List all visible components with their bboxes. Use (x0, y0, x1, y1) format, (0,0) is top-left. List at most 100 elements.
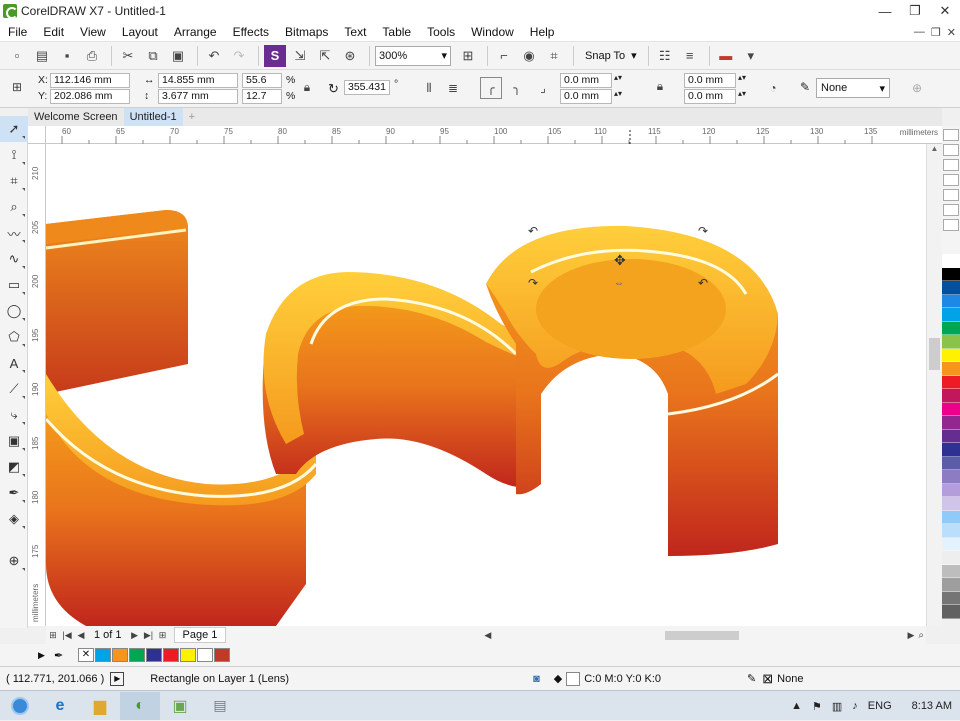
corner-radius-1-field[interactable]: 0.0 mm (560, 73, 612, 88)
object-origin-icon[interactable]: ⊞ (6, 76, 28, 98)
menu-view[interactable]: View (72, 25, 114, 39)
palette-swatch[interactable] (942, 335, 960, 349)
tab-welcome-screen[interactable]: Welcome Screen (28, 108, 124, 126)
new-tab-button[interactable]: + (183, 108, 201, 126)
interactive-fill-tool-icon[interactable]: ◈ (0, 506, 28, 532)
menu-help[interactable]: Help (522, 25, 563, 39)
document-palette-swatch[interactable] (197, 648, 213, 662)
polygon-tool-icon[interactable]: ⬠ (0, 324, 28, 350)
application-launcher-icon[interactable]: ≡ (679, 45, 701, 67)
ruler-origin[interactable] (28, 126, 46, 144)
page-options-icon[interactable]: ⊞ (46, 630, 60, 641)
chevron-down-icon[interactable]: ▾ (740, 45, 762, 67)
show-grid-icon[interactable]: ◉ (518, 45, 540, 67)
first-page-icon[interactable]: |◀ (60, 630, 74, 641)
palette-swatch[interactable] (942, 308, 960, 322)
docker-tab[interactable] (943, 159, 959, 171)
horizontal-ruler[interactable]: 60 65 70 75 80 85 90 95 100 105 110 115 … (46, 126, 942, 144)
spinner-icon[interactable]: ▴▾ (738, 89, 746, 98)
palette-swatch[interactable] (942, 591, 960, 605)
palette-swatch[interactable] (942, 281, 960, 295)
palette-swatch[interactable] (942, 456, 960, 470)
docker-tab[interactable] (943, 129, 959, 141)
publish-pdf-icon[interactable]: ⊛ (339, 45, 361, 67)
lock-ratio-icon[interactable]: 🔒︎ (298, 78, 316, 96)
mirror-horizontal-icon[interactable]: ⫴ (418, 77, 440, 99)
palette-expand-icon[interactable]: ▶ (38, 650, 45, 661)
close-button[interactable]: ✕ (930, 0, 960, 22)
palette-swatch[interactable] (942, 551, 960, 565)
save-icon[interactable]: ▪ (56, 45, 78, 67)
palette-swatch[interactable] (942, 605, 960, 619)
round-corner-icon[interactable]: ╭ (480, 77, 502, 99)
vertical-scrollbar[interactable]: ▲ (926, 144, 942, 626)
vertical-scroll-thumb[interactable] (929, 338, 940, 370)
rotate-handle-top-right[interactable]: ↷ (698, 224, 708, 238)
network-icon[interactable]: ▥ (832, 700, 842, 713)
width-field[interactable]: 14.855 mm (158, 73, 238, 88)
spinner-icon[interactable]: ▴▾ (738, 73, 746, 82)
scroll-left-icon[interactable]: ◀ (484, 630, 491, 641)
show-rulers-icon[interactable]: ⌐ (493, 45, 515, 67)
menu-tools[interactable]: Tools (419, 25, 463, 39)
full-screen-icon[interactable]: ⊞ (457, 45, 479, 67)
mirror-vertical-icon[interactable]: ≣ (442, 77, 464, 99)
color-eyedropper-tool-icon[interactable]: ✒ (0, 480, 28, 506)
menu-bitmaps[interactable]: Bitmaps (277, 25, 336, 39)
vertical-ruler[interactable]: 210 205 200 195 190 185 180 175 millimet… (28, 144, 46, 626)
chamfered-corner-icon[interactable]: ⌟ (532, 77, 554, 99)
add-page-icon[interactable]: ⊞ (156, 630, 170, 641)
scale-x-field[interactable]: 55.6 (242, 73, 282, 88)
next-page-icon[interactable]: ▶ (128, 630, 142, 641)
spinner-icon[interactable]: ▴▾ (614, 73, 622, 82)
palette-swatch[interactable] (942, 470, 960, 484)
snap-to-button[interactable]: Snap To ▾ (579, 45, 643, 67)
corel-photopaint-icon[interactable]: ▣ (160, 692, 200, 720)
no-fill-swatch[interactable]: ✕ (78, 648, 94, 662)
document-palette-swatch[interactable] (95, 648, 111, 662)
palette-swatch[interactable] (942, 402, 960, 416)
docker-tab[interactable] (943, 174, 959, 186)
y-position-field[interactable]: 202.086 mm (50, 89, 130, 104)
document-palette-swatch[interactable] (129, 648, 145, 662)
palette-swatch[interactable] (942, 267, 960, 281)
palette-swatch[interactable] (942, 537, 960, 551)
copy-icon[interactable]: ⧉ (142, 45, 164, 67)
show-guidelines-icon[interactable]: ⌗ (543, 45, 565, 67)
palette-swatch[interactable] (942, 564, 960, 578)
keyboard-language[interactable]: ENG (868, 700, 892, 712)
x-position-field[interactable]: 112.146 mm (50, 73, 130, 88)
artistic-media-tool-icon[interactable]: ∿ (0, 246, 28, 272)
palette-swatch[interactable] (942, 443, 960, 457)
palette-swatch[interactable] (942, 389, 960, 403)
rotate-handle-bottom-left[interactable]: ↷ (528, 276, 538, 290)
outline-width-select[interactable]: None ▾ (816, 78, 890, 98)
tab-untitled-1[interactable]: Untitled-1 (123, 108, 183, 126)
import-icon[interactable]: ⇲ (289, 45, 311, 67)
scale-y-field[interactable]: 12.7 (242, 89, 282, 104)
options-icon[interactable]: ☷ (654, 45, 676, 67)
start-button[interactable] (0, 692, 40, 720)
corner-radius-4-field[interactable]: 0.0 mm (684, 89, 736, 104)
menu-window[interactable]: Window (463, 25, 522, 39)
menu-effects[interactable]: Effects (225, 25, 277, 39)
document-palette-swatch[interactable] (112, 648, 128, 662)
corner-radius-2-field[interactable]: 0.0 mm (560, 89, 612, 104)
palette-swatch[interactable] (942, 348, 960, 362)
document-palette-swatch[interactable] (180, 648, 196, 662)
shape-tool-icon[interactable]: ⟟ (0, 142, 28, 168)
text-tool-icon[interactable]: A (0, 350, 28, 376)
zoom-tool-icon[interactable]: ⌕ (0, 194, 28, 220)
docker-tab[interactable] (943, 189, 959, 201)
play-icon[interactable]: ▶ (110, 671, 125, 686)
palette-swatch[interactable] (942, 483, 960, 497)
zoom-navigator-icon[interactable]: ⌕ (918, 630, 924, 641)
palette-swatch[interactable] (942, 294, 960, 308)
ellipse-tool-icon[interactable]: ◯ (0, 298, 28, 324)
palette-swatch[interactable] (942, 362, 960, 376)
skew-handle[interactable]: ⇔ (614, 278, 624, 289)
spinner-icon[interactable]: ▴▾ (614, 89, 622, 98)
docker-tab[interactable] (943, 219, 959, 231)
pick-tool-icon[interactable]: ➚ (0, 116, 28, 142)
add-tool-icon[interactable]: ⊕ (0, 548, 28, 574)
